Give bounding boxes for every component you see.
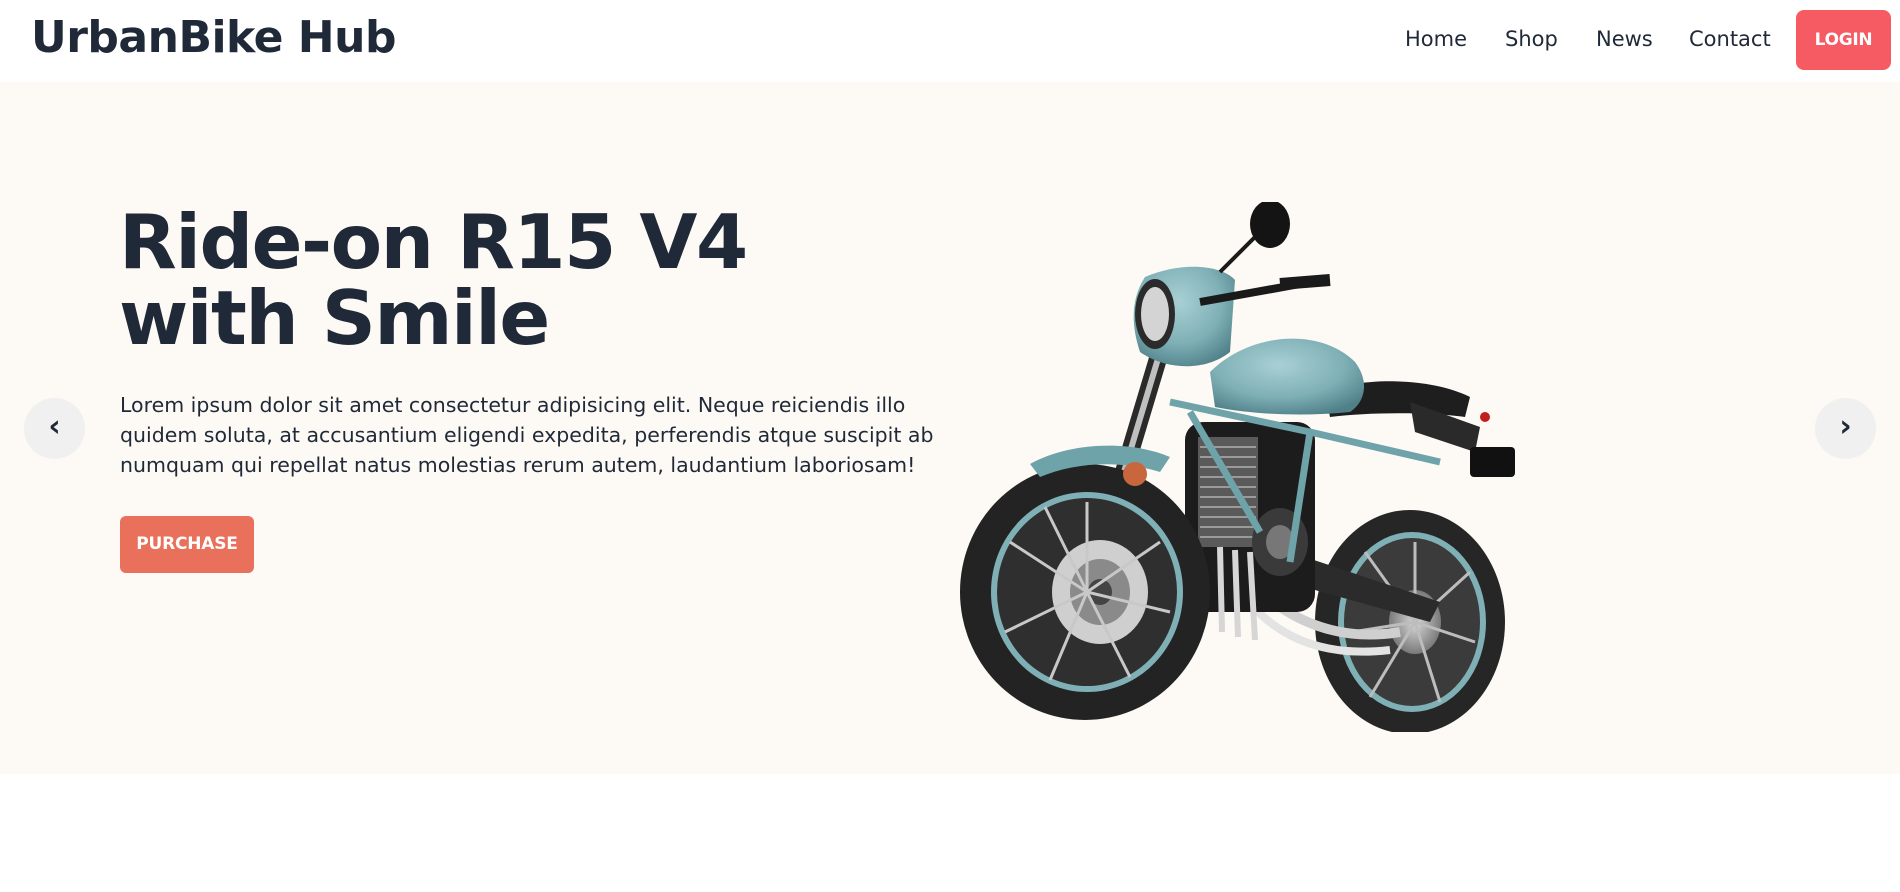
chevron-left-icon: ‹ xyxy=(48,409,61,444)
hero-title-line-2: with Smile xyxy=(119,274,550,362)
motorcycle-image xyxy=(960,202,1515,732)
hero-title: Ride-on R15 V4 with Smile xyxy=(119,204,879,356)
nav-shop[interactable]: Shop xyxy=(1505,27,1558,51)
rear-wheel xyxy=(1315,510,1505,732)
fuel-tank xyxy=(1210,338,1365,415)
hero-title-line-1: Ride-on R15 V4 xyxy=(119,198,748,286)
login-button[interactable]: LOGIN xyxy=(1796,10,1891,70)
nav-contact[interactable]: Contact xyxy=(1689,27,1771,51)
carousel-next-button[interactable]: › xyxy=(1815,398,1876,459)
nav-home[interactable]: Home xyxy=(1405,27,1467,51)
purchase-button[interactable]: PURCHASE xyxy=(120,516,254,573)
chevron-right-icon: › xyxy=(1839,409,1852,444)
front-wheel xyxy=(960,464,1210,720)
headlight-cowl xyxy=(1133,266,1235,367)
brand-logo[interactable]: UrbanBike Hub xyxy=(31,12,396,63)
navbar: UrbanBike Hub Home Shop News Contact LOG… xyxy=(0,0,1900,82)
hero-description: Lorem ipsum dolor sit amet consectetur a… xyxy=(120,393,934,477)
hero-section: Ride-on R15 V4 with Smile Lorem ipsum do… xyxy=(0,82,1900,774)
nav-news[interactable]: News xyxy=(1596,27,1653,51)
carousel-prev-button[interactable]: ‹ xyxy=(24,398,85,459)
